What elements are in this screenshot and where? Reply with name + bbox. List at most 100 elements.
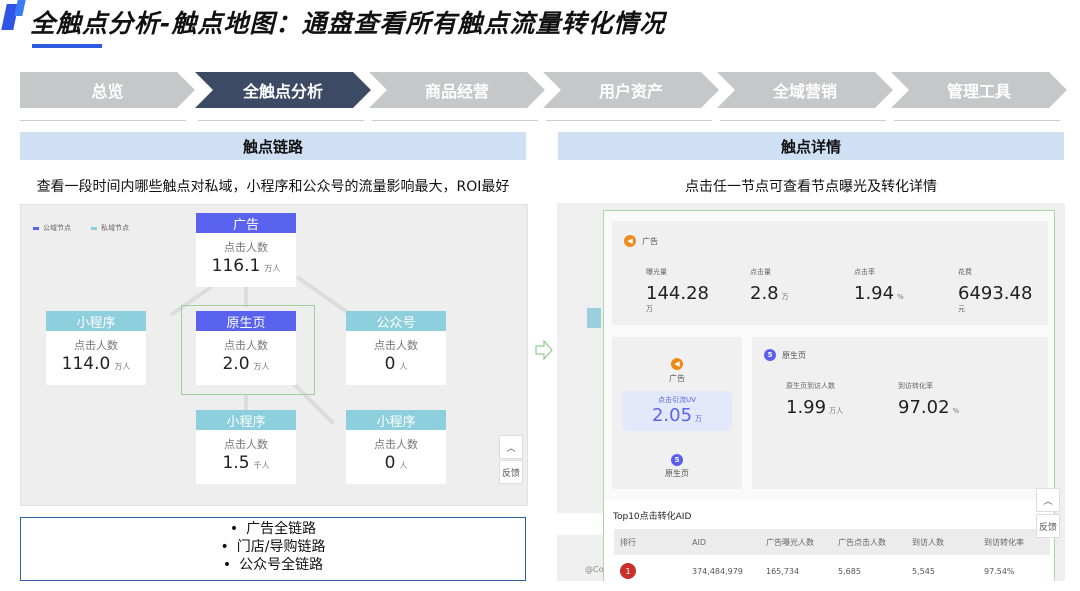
nav-step-overview[interactable]: 总览 bbox=[20, 72, 195, 108]
metric-unit: 万 bbox=[646, 305, 653, 313]
col-ad-click-users: 广告点击人数 bbox=[838, 537, 886, 547]
metric-label: 到访转化率 bbox=[898, 382, 933, 390]
metric-value: 97.02 bbox=[898, 397, 950, 418]
table-row[interactable]: 1 374,484,979 165,734 5,685 5,545 97.54% bbox=[614, 561, 1050, 581]
cell-ad-click-users: 5,685 bbox=[838, 566, 861, 576]
bullet-item: 广告全链路 bbox=[21, 520, 525, 538]
node-mini-program-3[interactable]: 小程序 点击人数 0人 bbox=[346, 410, 446, 484]
node-title: 小程序 bbox=[46, 311, 146, 331]
feedback-button[interactable]: 反馈 bbox=[499, 460, 523, 484]
legend-public-swatch bbox=[33, 226, 39, 230]
node-value: 116.1 bbox=[211, 256, 261, 276]
nav-step-touchpoint-analysis[interactable]: 全触点分析 bbox=[195, 72, 371, 108]
node-label: 点击人数 bbox=[374, 339, 418, 352]
title-underline bbox=[32, 44, 102, 48]
node-label: 点击人数 bbox=[74, 339, 118, 352]
node-unit: 万人 bbox=[253, 362, 270, 371]
metric-unit: 万 bbox=[781, 293, 789, 301]
metric-label: 曝光量 bbox=[646, 268, 667, 276]
col-rank: 排行 bbox=[620, 537, 636, 547]
legend-private: 私域节点 bbox=[91, 223, 129, 233]
uv-label: 点击引流UV bbox=[658, 396, 696, 404]
node-official-account[interactable]: 公众号 点击人数 0人 bbox=[346, 311, 446, 385]
metric-unit: 元 bbox=[958, 305, 965, 313]
metric-label: 原生页到访人数 bbox=[786, 382, 835, 390]
megaphone-icon: ◀ bbox=[624, 235, 636, 247]
bullet-item: 门店/导购链路 bbox=[21, 538, 525, 556]
nav-step-tools[interactable]: 管理工具 bbox=[891, 72, 1067, 108]
metric-value: 1.94 bbox=[854, 283, 895, 304]
metric-visit-conversion: 到访转化率 97.02% bbox=[898, 381, 959, 418]
nav-divider bbox=[720, 120, 886, 121]
node-title: 广告 bbox=[196, 213, 296, 233]
col-aid: AID bbox=[692, 537, 706, 547]
node-label: 点击人数 bbox=[374, 438, 418, 451]
metric-visitors: 原生页到访人数 1.99 万人 bbox=[786, 381, 843, 418]
node-title: 小程序 bbox=[196, 410, 296, 430]
node-mini-program-1[interactable]: 小程序 点击人数 114.0 万人 bbox=[46, 311, 146, 385]
legend-public: 公域节点 bbox=[33, 223, 71, 233]
metric-label: 点击量 bbox=[750, 268, 771, 276]
scroll-up-button[interactable]: ︿ bbox=[1036, 488, 1060, 512]
section-header-right: 触点详情 bbox=[558, 132, 1064, 160]
backdrop-footer-text: @Co bbox=[585, 565, 604, 574]
backdrop-row-fragment bbox=[557, 513, 603, 535]
node-title: 公众号 bbox=[346, 311, 446, 331]
cell-visitors: 5,545 bbox=[912, 566, 935, 576]
cell-aid: 374,484,979 bbox=[692, 566, 743, 576]
metric-unit: 万人 bbox=[829, 407, 844, 415]
metric-unit: % bbox=[952, 407, 960, 415]
flow-target-label: 原生页 bbox=[665, 469, 689, 478]
metric-clicks: 点击量 2.8 万 bbox=[750, 267, 789, 304]
node-unit: 万人 bbox=[264, 264, 281, 273]
touchpoint-diagram: 公域节点 私域节点 广告 点击人数 116.1 万人 小程序 点击人数 114.0… bbox=[20, 204, 528, 506]
metric-value: 2.8 bbox=[750, 283, 779, 304]
feedback-button[interactable]: 反馈 bbox=[1036, 514, 1060, 538]
cell-visit-conversion: 97.54% bbox=[984, 566, 1015, 576]
nav-divider bbox=[894, 120, 1060, 121]
rank-badge: 1 bbox=[620, 563, 636, 579]
col-visit-conversion: 到访转化率 bbox=[984, 537, 1024, 547]
node-title: 小程序 bbox=[346, 410, 446, 430]
metric-value: 144.28 bbox=[646, 283, 709, 304]
node-unit: 人 bbox=[399, 461, 408, 470]
link-types-box: 广告全链路 门店/导购链路 公众号全链路 bbox=[20, 517, 526, 581]
metric-impressions: 曝光量 144.28 万 bbox=[646, 267, 709, 314]
nav-step-marketing[interactable]: 全域营销 bbox=[717, 72, 893, 108]
backdrop-node-fragment bbox=[587, 308, 601, 328]
node-value: 2.0 bbox=[222, 354, 250, 374]
metric-value: 1.99 bbox=[786, 397, 827, 418]
nav-divider bbox=[20, 120, 186, 121]
card-title: 广告 bbox=[642, 236, 658, 246]
touchpoint-detail-view: ◀ 广告 曝光量 144.28 万 点击量 2.8 万 点击率 1.94% 花费 … bbox=[603, 210, 1060, 581]
legend-private-label: 私域节点 bbox=[101, 224, 129, 232]
megaphone-icon: ◀ bbox=[671, 358, 683, 370]
node-ad[interactable]: 广告 点击人数 116.1 万人 bbox=[196, 213, 296, 287]
node-mini-program-2[interactable]: 小程序 点击人数 1.5 千人 bbox=[196, 410, 296, 484]
table-header: 排行 AID 广告曝光人数 广告点击人数 到访人数 到访转化率 bbox=[614, 529, 1050, 555]
nav-divider bbox=[372, 120, 538, 121]
process-nav: 总览 全触点分析 商品经营 用户资产 全域营销 管理工具 bbox=[20, 72, 1070, 121]
native-page-icon: 5 bbox=[764, 349, 776, 361]
node-native-page[interactable]: 原生页 点击人数 2.0 万人 bbox=[196, 311, 296, 385]
nav-divider bbox=[198, 120, 364, 121]
section-header-left: 触点链路 bbox=[20, 132, 526, 160]
page-title: 全触点分析-触点地图：通盘查看所有触点流量转化情况 bbox=[30, 9, 666, 38]
legend-private-swatch bbox=[91, 226, 97, 230]
col-ad-impression-users: 广告曝光人数 bbox=[766, 537, 814, 547]
native-page-card: 5 原生页 原生页到访人数 1.99 万人 到访转化率 97.02% bbox=[752, 337, 1048, 489]
chevron-up-icon: ︿ bbox=[1043, 496, 1053, 507]
metric-ctr: 点击率 1.94% bbox=[854, 267, 904, 304]
metric-unit: % bbox=[897, 293, 904, 301]
nav-step-user-assets[interactable]: 用户资产 bbox=[543, 72, 719, 108]
uv-value: 2.05 bbox=[651, 405, 693, 426]
node-unit: 人 bbox=[399, 362, 408, 371]
scroll-up-button[interactable]: ︿ bbox=[499, 435, 523, 459]
top10-table: Top10点击转化AID 排行 AID 广告曝光人数 广告点击人数 到访人数 到… bbox=[604, 501, 1054, 581]
node-title: 原生页 bbox=[196, 311, 296, 331]
nav-step-product[interactable]: 商品经营 bbox=[369, 72, 545, 108]
nav-divider bbox=[546, 120, 712, 121]
logo-mark-accent bbox=[14, 0, 26, 16]
node-value: 114.0 bbox=[61, 354, 111, 374]
node-unit: 万人 bbox=[114, 362, 131, 371]
